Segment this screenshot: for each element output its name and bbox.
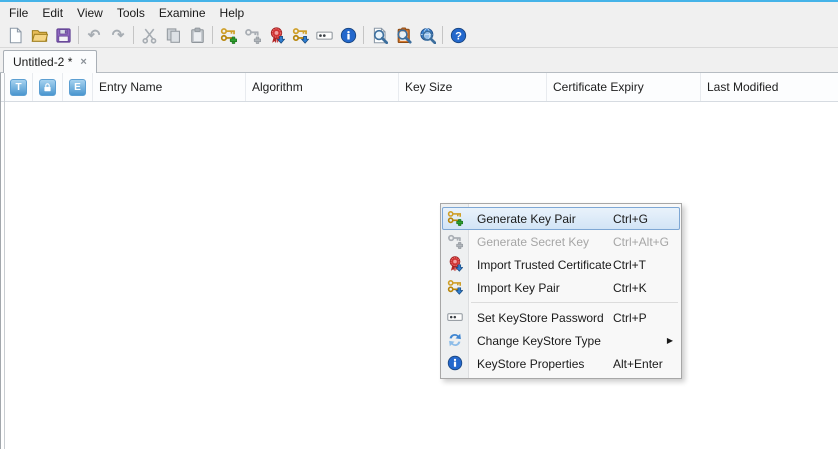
submenu-arrow-icon: ▶ bbox=[667, 336, 673, 345]
menu-item-shortcut: Ctrl+K bbox=[613, 281, 647, 295]
info-icon bbox=[447, 355, 463, 371]
examine-file-icon bbox=[371, 27, 388, 44]
lock-column-icon bbox=[39, 79, 56, 96]
examine-clipboard-icon bbox=[395, 27, 412, 44]
column-header-certificate-expiry[interactable]: Certificate Expiry bbox=[547, 73, 701, 101]
panel-left-edge bbox=[4, 73, 5, 449]
redo-icon: ↷ bbox=[112, 28, 125, 43]
import-key-pair-icon bbox=[292, 27, 309, 44]
toolbar-redo-button: ↷ bbox=[106, 24, 130, 47]
menu-separator bbox=[441, 299, 681, 306]
menu-item-label: Import Key Pair bbox=[477, 281, 560, 295]
toolbar-cut-button bbox=[137, 24, 161, 47]
set-password-icon bbox=[447, 309, 463, 325]
toolbar-examine-file-button[interactable] bbox=[367, 24, 391, 47]
new-file-icon bbox=[7, 27, 24, 44]
column-header-key-size[interactable]: Key Size bbox=[399, 73, 547, 101]
toolbar-examine-ssl-button[interactable] bbox=[415, 24, 439, 47]
toolbar: ↶ ↷ bbox=[0, 23, 838, 48]
table-header: T E Entry Name Algorithm Key Size Certif… bbox=[0, 73, 838, 102]
toolbar-set-password-button[interactable] bbox=[312, 24, 336, 47]
menu-item-import-trusted-certificate[interactable]: Import Trusted Certificate Ctrl+T bbox=[441, 253, 681, 276]
column-header-lock[interactable] bbox=[33, 73, 63, 101]
menu-item-shortcut: Alt+Enter bbox=[613, 357, 663, 371]
toolbar-import-key-pair-button[interactable] bbox=[288, 24, 312, 47]
toolbar-separator bbox=[212, 26, 213, 44]
generate-key-pair-icon bbox=[220, 27, 237, 44]
menu-item-shortcut: Ctrl+P bbox=[613, 311, 647, 325]
context-menu: Generate Key Pair Ctrl+G Generate Secret… bbox=[440, 203, 682, 379]
undo-icon: ↶ bbox=[88, 28, 101, 43]
generate-key-pair-icon bbox=[447, 210, 463, 226]
import-trusted-certificate-icon bbox=[268, 27, 285, 44]
toolbar-copy-button bbox=[161, 24, 185, 47]
toolbar-separator bbox=[78, 26, 79, 44]
toolbar-save-button[interactable] bbox=[51, 24, 75, 47]
menu-item-label: Change KeyStore Type bbox=[477, 334, 601, 348]
toolbar-generate-key-pair-button[interactable] bbox=[216, 24, 240, 47]
menu-item-shortcut: Ctrl+Alt+G bbox=[613, 235, 669, 249]
column-header-expiry[interactable]: E bbox=[63, 73, 93, 101]
toolbar-import-trusted-certificate-button[interactable] bbox=[264, 24, 288, 47]
help-icon bbox=[450, 27, 467, 44]
import-key-pair-icon bbox=[447, 279, 463, 295]
tab-close-icon[interactable]: × bbox=[80, 57, 86, 68]
menu-item-label: Generate Secret Key bbox=[477, 235, 589, 249]
menu-edit[interactable]: Edit bbox=[35, 4, 70, 22]
menu-item-shortcut: Ctrl+G bbox=[613, 212, 648, 226]
toolbar-separator bbox=[442, 26, 443, 44]
toolbar-generate-secret-key-button bbox=[240, 24, 264, 47]
toolbar-examine-clipboard-button[interactable] bbox=[391, 24, 415, 47]
toolbar-open-button[interactable] bbox=[27, 24, 51, 47]
examine-ssl-icon bbox=[419, 27, 436, 44]
toolbar-paste-button bbox=[185, 24, 209, 47]
menu-item-label: Set KeyStore Password bbox=[477, 311, 604, 325]
type-column-icon: T bbox=[10, 79, 27, 96]
info-icon bbox=[340, 27, 357, 44]
keystore-entries-area[interactable] bbox=[0, 102, 838, 449]
menu-item-generate-key-pair[interactable]: Generate Key Pair Ctrl+G bbox=[441, 207, 681, 230]
save-icon bbox=[55, 27, 72, 44]
menu-file[interactable]: File bbox=[2, 4, 35, 22]
copy-icon bbox=[165, 27, 182, 44]
menu-item-label: Generate Key Pair bbox=[477, 212, 576, 226]
paste-icon bbox=[189, 27, 206, 44]
expiry-column-icon: E bbox=[69, 79, 86, 96]
menu-item-keystore-properties[interactable]: KeyStore Properties Alt+Enter bbox=[441, 352, 681, 375]
menu-item-label: KeyStore Properties bbox=[477, 357, 584, 371]
column-header-type[interactable]: T bbox=[5, 73, 33, 101]
cut-icon bbox=[141, 27, 158, 44]
tab-untitled-2[interactable]: Untitled-2 * × bbox=[3, 50, 97, 73]
generate-secret-key-icon bbox=[244, 27, 261, 44]
menu-examine[interactable]: Examine bbox=[152, 4, 213, 22]
toolbar-help-button[interactable] bbox=[446, 24, 470, 47]
menu-item-shortcut: Ctrl+T bbox=[613, 258, 646, 272]
column-header-last-modified[interactable]: Last Modified bbox=[701, 73, 838, 101]
menu-item-change-keystore-type[interactable]: Change KeyStore Type ▶ bbox=[441, 329, 681, 352]
menu-help[interactable]: Help bbox=[213, 4, 252, 22]
change-keystore-type-icon bbox=[447, 332, 463, 348]
menu-tools[interactable]: Tools bbox=[110, 4, 152, 22]
column-header-entry-name[interactable]: Entry Name bbox=[93, 73, 246, 101]
column-header-algorithm[interactable]: Algorithm bbox=[246, 73, 399, 101]
toolbar-undo-button: ↶ bbox=[82, 24, 106, 47]
open-folder-icon bbox=[31, 27, 48, 44]
generate-secret-key-icon bbox=[447, 233, 463, 249]
toolbar-separator bbox=[133, 26, 134, 44]
menu-item-generate-secret-key: Generate Secret Key Ctrl+Alt+G bbox=[441, 230, 681, 253]
tab-bar: Untitled-2 * × bbox=[0, 48, 838, 73]
toolbar-separator bbox=[363, 26, 364, 44]
toolbar-new-button[interactable] bbox=[3, 24, 27, 47]
set-password-icon bbox=[316, 27, 333, 44]
menu-item-label: Import Trusted Certificate bbox=[477, 258, 612, 272]
menu-item-import-key-pair[interactable]: Import Key Pair Ctrl+K bbox=[441, 276, 681, 299]
import-trusted-certificate-icon bbox=[447, 256, 463, 272]
menubar: File Edit View Tools Examine Help bbox=[0, 2, 838, 23]
menu-view[interactable]: View bbox=[70, 4, 110, 22]
menu-item-set-keystore-password[interactable]: Set KeyStore Password Ctrl+P bbox=[441, 306, 681, 329]
window-left-edge bbox=[0, 73, 1, 449]
toolbar-properties-button[interactable] bbox=[336, 24, 360, 47]
tab-label: Untitled-2 * bbox=[13, 55, 72, 69]
keystore-explorer-window: File Edit View Tools Examine Help ↶ ↷ Un… bbox=[0, 0, 838, 449]
